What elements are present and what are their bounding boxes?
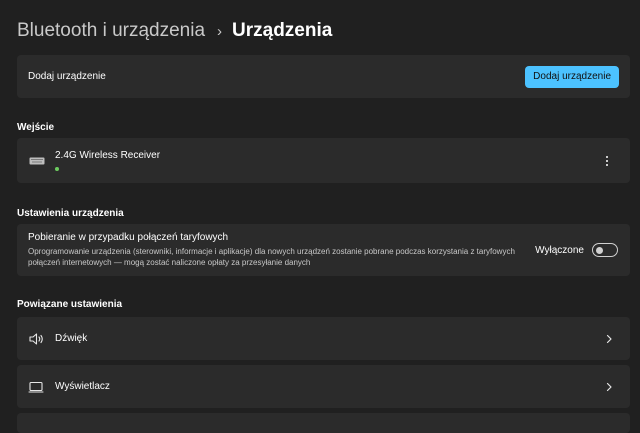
more-dots-icon bbox=[606, 163, 608, 166]
related-item-display[interactable]: Wyświetlacz bbox=[17, 365, 630, 408]
connected-status-dot bbox=[55, 167, 59, 171]
chevron-right-icon bbox=[606, 382, 612, 391]
keyboard-icon bbox=[29, 157, 45, 164]
related-item-sound[interactable]: Dźwięk bbox=[17, 317, 630, 360]
more-options-button[interactable] bbox=[602, 155, 612, 166]
related-item-label: Dźwięk bbox=[55, 333, 88, 344]
metered-title: Pobieranie w przypadku połączeń taryfowy… bbox=[28, 232, 229, 243]
add-device-label: Dodaj urządzenie bbox=[28, 71, 106, 82]
related-item-partial[interactable] bbox=[17, 413, 630, 433]
toggle-knob bbox=[596, 246, 603, 254]
chevron-right-icon bbox=[606, 334, 612, 343]
related-item-label: Wyświetlacz bbox=[55, 381, 110, 392]
add-device-button[interactable]: Dodaj urządzenie bbox=[525, 65, 619, 88]
speaker-icon bbox=[28, 332, 44, 346]
metered-download-card: Pobieranie w przypadku połączeń taryfowy… bbox=[17, 224, 630, 276]
metered-description: Oprogramowanie urządzenia (sterowniki, i… bbox=[28, 247, 515, 267]
device-card-wireless-receiver[interactable]: 2.4G Wireless Receiver bbox=[17, 138, 630, 183]
toggle-state-label: Wyłączone bbox=[535, 244, 584, 256]
monitor-icon bbox=[28, 380, 44, 394]
more-dots-icon bbox=[606, 155, 608, 158]
section-title-related-settings: Powiązane ustawienia bbox=[17, 299, 123, 310]
section-title-device-settings: Ustawienia urządzenia bbox=[17, 208, 124, 219]
metered-download-toggle[interactable] bbox=[592, 243, 618, 257]
add-device-card: Dodaj urządzenie Dodaj urządzenie bbox=[17, 55, 630, 98]
page-title: Urządzenia bbox=[232, 20, 333, 41]
breadcrumb-parent-link[interactable]: Bluetooth i urządzenia bbox=[17, 20, 205, 42]
breadcrumb: Bluetooth i urządzenia › Urządzenia bbox=[17, 17, 332, 45]
more-dots-icon bbox=[606, 159, 608, 162]
section-title-input: Wejście bbox=[17, 122, 55, 133]
device-name: 2.4G Wireless Receiver bbox=[55, 150, 161, 161]
breadcrumb-separator-icon: › bbox=[217, 22, 223, 40]
